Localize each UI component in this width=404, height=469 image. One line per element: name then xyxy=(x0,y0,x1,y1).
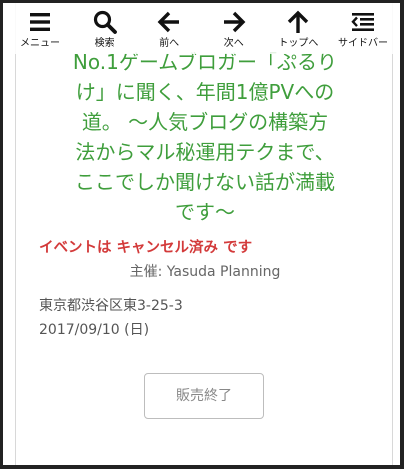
toolbar: メニュー 検索 前へ 次へ トップへ サイドバー xyxy=(3,3,400,54)
toolbar-menu-button[interactable]: メニュー xyxy=(9,9,71,50)
sold-out-button[interactable]: 販売終了 xyxy=(144,373,264,419)
toolbar-search-button[interactable]: 検索 xyxy=(74,9,136,50)
toolbar-next-label: 次へ xyxy=(223,38,244,49)
toolbar-search-label: 検索 xyxy=(94,38,115,49)
toolbar-top-label: トップへ xyxy=(278,38,319,49)
page-frame: No.1ゲームブロガー「ぷるり け」に聞く、年間1億PVへの 道。 〜人気ブログ… xyxy=(0,0,404,469)
toolbar-top-button[interactable]: トップへ xyxy=(267,9,329,50)
toolbar-prev-button[interactable]: 前へ xyxy=(138,9,200,50)
toolbar-prev-label: 前へ xyxy=(159,38,180,49)
toolbar-sidebar-label: サイドバー xyxy=(337,38,388,49)
sidebar-icon xyxy=(351,13,374,31)
arrow-up-icon xyxy=(288,10,309,33)
toolbar-menu-label: メニュー xyxy=(20,38,60,49)
arrow-left-icon xyxy=(157,11,180,33)
event-organizer: 主催: Yasuda Planning xyxy=(129,264,281,280)
arrow-right-icon xyxy=(223,11,246,33)
toolbar-next-button[interactable]: 次へ xyxy=(203,9,265,50)
search-icon xyxy=(93,10,117,34)
toolbar-sidebar-button[interactable]: サイドバー xyxy=(332,9,394,50)
menu-icon xyxy=(30,13,50,31)
event-address: 東京都渋谷区東3-25-3 xyxy=(39,298,183,314)
event-date: 2017/09/10 (日) xyxy=(39,322,150,338)
event-title: No.1ゲームブロガー「ぷるり け」に聞く、年間1億PVへの 道。 〜人気ブログ… xyxy=(72,50,338,224)
event-status: イベントは キャンセル済み です xyxy=(39,240,253,256)
